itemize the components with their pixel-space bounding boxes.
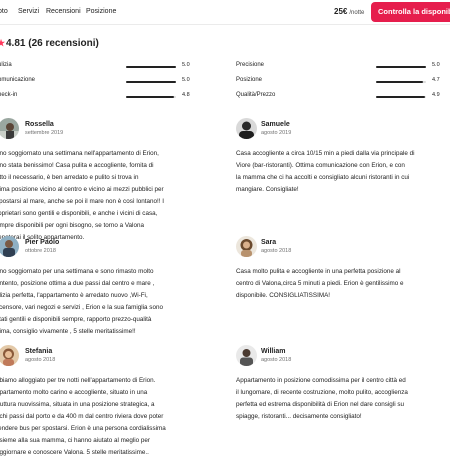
rating-bar (376, 66, 426, 68)
review-line: spostarsi al mare, anche se poi il mare … (0, 198, 165, 205)
rating-value: 4.7 (432, 77, 440, 83)
rating-label: omunicazione (0, 77, 36, 83)
rating-row: Precisione 5.0 (236, 62, 446, 72)
review-date: agosto 2018 (25, 357, 56, 363)
review-date: settembre 2019 (25, 130, 64, 136)
review-line: ono soggiornato per una settimana e sono… (0, 268, 154, 275)
review-line: utto il necessario, è ben arredato e pul… (0, 174, 139, 181)
review-line: ttima posizione vicino al centro e vicin… (0, 186, 164, 193)
avatar[interactable] (236, 345, 257, 366)
reviewer-name: Samuele (261, 121, 290, 128)
review-text: ono soggiornato una settimana nell'appar… (0, 148, 164, 244)
review-text: Appartamento in posizione comodissima pe… (236, 375, 408, 423)
rating-value: 5.0 (432, 62, 440, 68)
rating-bar-fill (126, 66, 176, 68)
tab-photos[interactable]: oto (0, 8, 8, 15)
review-line: il lungomare, di recente costruzione, mo… (236, 389, 408, 396)
avatar[interactable] (0, 118, 19, 139)
review-date: agosto 2018 (261, 357, 292, 363)
rating-row: Qualità/Prezzo 4.9 (236, 92, 446, 102)
rating-label: heck-in (0, 92, 18, 98)
review-line: ulizia perfetta, l'appartamento è arreda… (0, 292, 148, 299)
review-line: ono stata benissimo! Casa pulita e accog… (0, 162, 154, 169)
rating-row: heck-in 4.8 (0, 92, 190, 102)
review-text: Casa molto pulita e accogliente in una p… (236, 266, 404, 302)
rating-bar-fill (376, 96, 425, 98)
rating-value: 4.8 (182, 92, 190, 98)
review-line: truttura nuovissima, situata in una posi… (0, 401, 155, 408)
review-line: rendere bus per spostarsi. Erion è una p… (0, 425, 166, 432)
rating-row: omunicazione 5.0 (0, 77, 190, 87)
rating-bar-fill (376, 81, 423, 83)
rating-label: Posizione (236, 77, 263, 83)
rating-bar (376, 96, 426, 98)
star-icon: ★ (0, 38, 6, 48)
review-date: ottobre 2018 (25, 248, 56, 254)
rating-value: 4.9 (432, 92, 440, 98)
price-unit: /notte (349, 10, 365, 16)
rating-value: 5.0 (182, 77, 190, 83)
review-line: Appartamento in posizione comodissima pe… (236, 377, 406, 384)
check-availability-button[interactable]: Controlla la disponibilità (371, 2, 450, 22)
review-text: bbiamo alloggiato per tre notti nell'app… (0, 375, 166, 459)
rating-row: Posizione 4.7 (236, 77, 446, 87)
review-text: Casa accogliente a circa 10/15 min a pie… (236, 148, 415, 196)
reviewer-name: Sara (261, 239, 277, 246)
reviewer-name: Rossella (25, 121, 54, 128)
rating-bar (126, 66, 176, 68)
review-line: empre disponibili per ogni bisogno, se t… (0, 222, 144, 229)
review-line: ttima, consiglio vivamente , 5 stelle me… (0, 328, 136, 335)
review-line: roprietari sono gentili e disponibili, e… (0, 210, 158, 217)
rating-bar (376, 81, 426, 83)
review-line: centro di Valona,circa 5 minuti a piedi.… (236, 280, 404, 287)
nightly-price: 25€/notte (334, 7, 364, 16)
rating-label: Qualità/Prezzo (236, 92, 276, 98)
rating-and-count: 4.81 (26 recensioni) (6, 38, 99, 49)
rating-bar-fill (376, 66, 426, 68)
review-line: Viore (bar-ristoranti). Ottima comunicaz… (236, 162, 405, 169)
review-line: spiagge, ristoranti... decisamente consi… (236, 413, 362, 420)
review-line: Casa accogliente a circa 10/15 min a pie… (236, 150, 415, 157)
price-amount: 25€ (334, 7, 348, 16)
tab-reviews[interactable]: Recensioni (46, 8, 81, 15)
avatar[interactable] (0, 236, 19, 257)
review-line: ono soggiornato una settimana nell'appar… (0, 150, 159, 157)
listing-nav-bar: oto Servizi Recensioni Posizione 25€/not… (0, 0, 450, 25)
rating-label: ulizia (0, 62, 12, 68)
review-line: Casa molto pulita e accogliente in una p… (236, 268, 401, 275)
review-line: disponibile. CONSIGLIATISSIMA! (236, 292, 331, 299)
reviewer-name: Stefania (25, 348, 53, 355)
review-line: la mamma che ci ha accolti e consigliato… (236, 174, 410, 181)
avatar[interactable] (236, 118, 257, 139)
review-line: ochi passi dal porto e da 400 m dal cent… (0, 413, 164, 420)
rating-bar (126, 96, 176, 98)
reviewer-name: Pier Paolo (25, 239, 60, 246)
review-text: ono soggiornato per una settimana e sono… (0, 266, 163, 338)
review-line: mangiare. Consigliate! (236, 186, 299, 193)
rating-bar-fill (126, 96, 174, 98)
rating-row: ulizia 5.0 (0, 62, 190, 72)
review-date: agosto 2019 (261, 130, 292, 136)
review-date: agosto 2018 (261, 248, 292, 254)
avatar[interactable] (236, 236, 257, 257)
tab-location[interactable]: Posizione (86, 8, 116, 15)
review-line: nsieme alla sua mamma, ci hanno aiutato … (0, 437, 151, 444)
reviewer-name: William (261, 348, 286, 355)
review-line: ppartamento molto carino e accogliente, … (0, 389, 148, 396)
review-line: stati gentili e disponibili sempre, rapp… (0, 316, 152, 323)
review-line: oggiornare e conoscere Valona. 5 stelle … (0, 449, 149, 456)
rating-bar (126, 81, 176, 83)
rating-bar-fill (126, 81, 176, 83)
review-line: scensore, vari negozi e servizi , Erion … (0, 304, 163, 311)
avatar[interactable] (0, 345, 19, 366)
rating-value: 5.0 (182, 62, 190, 68)
review-line: perfetta ed estrema disponibilità di Eri… (236, 401, 405, 408)
review-line: bbiamo alloggiato per tre notti nell'app… (0, 377, 156, 384)
review-line: ontento, posizione ottima a due passi da… (0, 280, 155, 287)
rating-label: Precisione (236, 62, 265, 68)
tab-services[interactable]: Servizi (18, 8, 39, 15)
